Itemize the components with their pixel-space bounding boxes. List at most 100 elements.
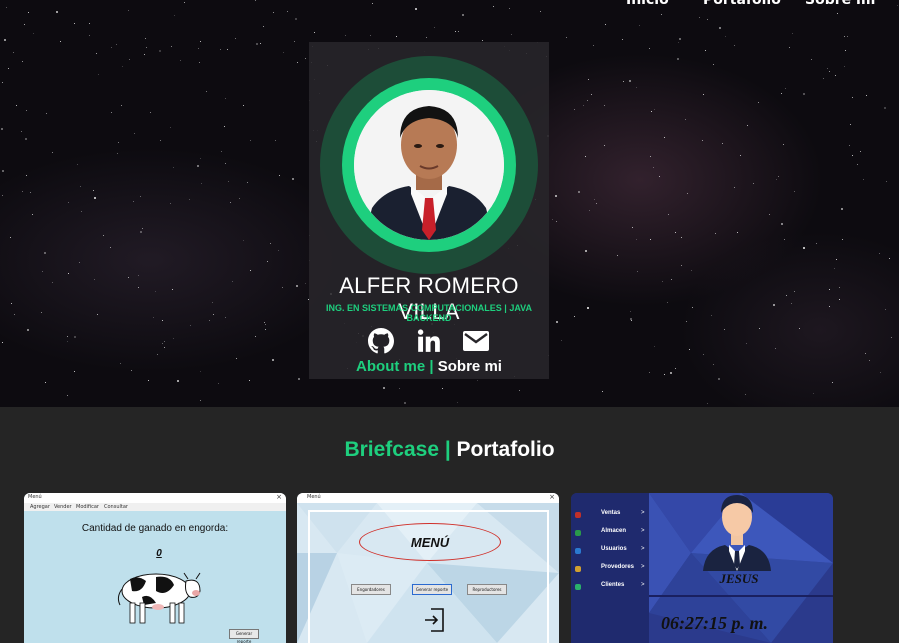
star: [482, 40, 483, 41]
star: [753, 183, 754, 184]
star: [791, 303, 792, 304]
star: [747, 125, 748, 126]
star: [829, 306, 830, 307]
star: [10, 237, 11, 238]
star: [314, 32, 315, 33]
star: [561, 340, 562, 341]
star: [839, 287, 840, 288]
star: [46, 113, 47, 114]
star: [26, 110, 27, 111]
star: [650, 156, 651, 157]
star: [511, 34, 512, 35]
star: [41, 312, 42, 313]
star: [654, 109, 655, 110]
star: [713, 64, 714, 65]
project-card-2[interactable]: Menú × MENÚ Engordadores Generar reporte…: [297, 493, 559, 643]
star: [22, 191, 23, 192]
star: [74, 336, 76, 338]
menu-item: Consultar: [104, 504, 128, 510]
about-label-es[interactable]: Sobre mi: [438, 358, 502, 375]
profile-card: ALFER ROMERO VILLA ING. EN SISTEMAS COMP…: [309, 42, 549, 379]
star: [813, 393, 814, 394]
star: [94, 279, 95, 280]
star: [792, 33, 793, 34]
star: [866, 95, 867, 96]
star: [692, 307, 693, 308]
star: [746, 343, 747, 344]
star: [707, 19, 708, 20]
star: [74, 23, 75, 24]
star: [886, 181, 887, 182]
star: [591, 94, 592, 95]
github-icon[interactable]: [367, 327, 395, 355]
menu-heading: MENÚ: [410, 535, 450, 550]
star: [4, 39, 6, 41]
close-icon: ×: [549, 493, 555, 501]
nav-link-sobre-mi[interactable]: Sobre mi: [805, 0, 875, 8]
star: [28, 12, 29, 13]
user-avatar-icon: [703, 495, 771, 571]
star: [297, 62, 298, 63]
about-label-en[interactable]: About me: [356, 358, 425, 375]
star: [138, 275, 139, 276]
star: [786, 295, 787, 296]
star: [668, 214, 669, 215]
nav-link-portafolio[interactable]: Portafolio: [703, 0, 781, 8]
star: [885, 309, 886, 310]
star: [811, 59, 812, 60]
star: [22, 61, 23, 62]
star: [174, 15, 175, 16]
close-icon: ×: [276, 493, 282, 501]
linkedin-icon[interactable]: [415, 327, 443, 355]
mail-icon[interactable]: [462, 327, 490, 355]
star: [623, 81, 624, 82]
star: [653, 167, 654, 168]
star: [225, 98, 226, 99]
star: [703, 354, 704, 355]
star: [14, 314, 15, 315]
menu-item: Modificar: [76, 504, 99, 510]
chevron-right-icon: >: [641, 564, 645, 570]
star: [574, 316, 575, 317]
star: [250, 270, 251, 271]
star: [67, 341, 68, 342]
star: [667, 302, 668, 303]
star: [227, 49, 228, 50]
avatar-ring: [320, 56, 538, 274]
star: [2, 195, 3, 196]
star: [200, 41, 201, 42]
star: [865, 353, 866, 354]
star: [160, 140, 161, 141]
star: [842, 239, 843, 240]
star: [860, 151, 861, 152]
star: [661, 14, 662, 15]
star: [794, 291, 795, 292]
star: [622, 39, 623, 40]
star: [224, 126, 225, 127]
star: [263, 26, 264, 27]
project-card-3[interactable]: Ventas > Almacen > Usuarios > Provedores > Clien…: [571, 493, 833, 643]
star: [267, 261, 268, 262]
star: [116, 44, 117, 45]
nav-link-inicio[interactable]: Inicio: [626, 0, 669, 8]
project-card-1[interactable]: Menú × Agregar Vender Modificar Consulta…: [24, 493, 286, 643]
star: [687, 193, 688, 194]
star: [519, 390, 520, 391]
star: [172, 289, 173, 290]
star: [659, 176, 660, 177]
star: [134, 133, 135, 134]
star: [93, 190, 94, 191]
profile-subtitle: ING. EN SISTEMAS COMPUTACIONALES | JAVA …: [325, 303, 533, 323]
star: [678, 42, 679, 43]
star: [97, 314, 98, 315]
star: [103, 235, 104, 236]
star: [52, 152, 53, 153]
star: [56, 11, 58, 13]
star: [11, 303, 12, 304]
star: [24, 24, 25, 25]
star: [552, 219, 553, 220]
star: [734, 187, 735, 188]
star: [345, 35, 346, 36]
star: [775, 348, 776, 349]
star: [578, 191, 580, 193]
